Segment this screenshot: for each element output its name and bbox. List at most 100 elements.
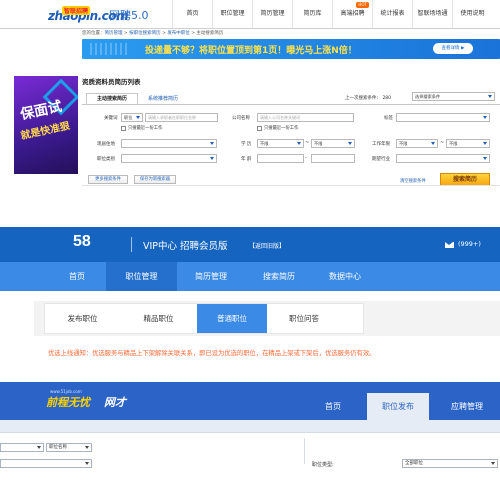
position-name-value: 职位名称 — [49, 445, 67, 450]
age-to-input[interactable] — [311, 154, 355, 163]
last-conditions-select[interactable]: 选择搜索条件 — [412, 92, 495, 101]
chevron-down-icon — [491, 462, 495, 465]
experience-from-value: 不限 — [399, 141, 408, 146]
breadcrumb: 您的位置：简历管理 > 按职位搜索简历 > 发布中职位 > 主动搜索简历 — [82, 30, 223, 36]
keyword-label: 关键词 — [104, 116, 118, 121]
chevron-down-icon — [210, 142, 214, 145]
keyword-type-value: 职位 — [124, 115, 133, 120]
nav-application-management[interactable]: 应聘管理 — [436, 393, 498, 420]
breadcrumb-item[interactable]: 按职位搜索简历 — [129, 31, 161, 36]
promo-banner[interactable]: 投递量不够？将职位置顶到第1页！曝光马上涨N倍！ 查看详情 ▶ — [82, 39, 500, 59]
nav-home[interactable]: 首页 — [172, 0, 212, 28]
experience-to-select[interactable]: 不限 — [446, 139, 490, 148]
nav-divider — [0, 28, 500, 29]
keyword-only-latest-checkbox[interactable]: 只搜最近一份工作 — [121, 125, 162, 131]
nav-statistics[interactable]: 统计报表 — [372, 0, 412, 28]
nav-smart-field[interactable]: 智联场场通 — [412, 0, 452, 28]
filter-select-left[interactable] — [0, 443, 44, 452]
job58-logo[interactable]: 58 — [73, 233, 91, 251]
clear-conditions-link[interactable]: 清空搜索条件 — [400, 178, 426, 184]
company-only-latest-checkbox[interactable]: 只搜最近一份工作 — [257, 125, 298, 131]
industry-select[interactable] — [396, 154, 490, 163]
job51-logo-sub: 网才 — [104, 396, 126, 409]
tag-select[interactable] — [396, 113, 490, 122]
back-to-old-link[interactable]: 【返回旧版】 — [249, 241, 285, 250]
breadcrumb-item[interactable]: 发布中职位 — [167, 31, 190, 36]
job58-main-nav: 首页 职位管理 简历管理 搜索简历 数据中心 — [0, 262, 500, 291]
banner-detail-button[interactable]: 查看详情 ▶ — [433, 43, 473, 54]
keyword-type-select[interactable]: 职位 — [121, 113, 143, 122]
category-select[interactable] — [121, 154, 217, 163]
nav-home[interactable]: 首页 — [48, 262, 106, 291]
chevron-down-icon — [85, 462, 89, 465]
tab-recommended[interactable]: 系统推荐简历 — [148, 95, 178, 102]
hot-badge: HOT — [356, 2, 369, 8]
job58-header: 58 VIP中心 招聘会员版 【返回旧版】 (999+) — [0, 227, 500, 262]
zhaopin-product-name: 网聘5.0 — [109, 9, 149, 22]
checkbox-label: 只搜最近一份工作 — [128, 126, 163, 131]
banner-text: 投递量不够？将职位置顶到第1页！曝光马上涨N倍！ — [145, 46, 357, 56]
chevron-down-icon — [483, 142, 487, 145]
last-conditions-count: 280 — [382, 96, 392, 101]
education-range-sep: ~ — [305, 140, 310, 146]
zhaopin-panel: zhaopin.com 智联招聘 网聘5.0 首页 职位管理 简历管理 简历库 … — [0, 0, 500, 193]
education-to-select[interactable]: 不限 — [311, 139, 355, 148]
position-name-select[interactable]: 职位名称 — [46, 443, 92, 452]
nav-high-end[interactable]: 高端招聘 HOT — [332, 0, 372, 28]
save-searcher-button[interactable]: 保存为新搜索器 — [134, 175, 176, 184]
chevron-down-icon — [431, 142, 435, 145]
mail-icon[interactable] — [445, 242, 454, 248]
chevron-down-icon — [85, 446, 89, 449]
experience-from-select[interactable]: 不限 — [396, 139, 438, 148]
subtab-job-qa[interactable]: 职位问答 — [267, 304, 341, 333]
filter-select-second[interactable] — [0, 459, 92, 468]
nav-data-center[interactable]: 数据中心 — [313, 262, 377, 291]
notice-text: 优选上线通知：优选服务与精品上下架解除关联关系，即已设为优选的职位，在精品上架或… — [48, 350, 376, 357]
checkbox-box — [257, 125, 262, 131]
nav-high-end-label: 高端招聘 — [340, 10, 365, 17]
job51-logo[interactable]: www.51job.com 前程无忧 网才 — [46, 389, 138, 415]
subtab-normal-job[interactable]: 普通职位 — [197, 304, 267, 333]
nav-job-management[interactable]: 职位管理 — [212, 0, 252, 28]
chevron-down-icon — [483, 116, 487, 119]
location-select[interactable] — [121, 139, 217, 148]
nav-resume-library[interactable]: 简历库 — [292, 0, 332, 28]
nav-job-management[interactable]: 职位管理 — [106, 262, 177, 291]
nav-search-resume[interactable]: 搜索简历 — [245, 262, 313, 291]
chevron-down-icon — [483, 157, 487, 160]
tab-divider — [82, 104, 500, 105]
nav-post-job[interactable]: 职位发布 — [367, 393, 429, 420]
nav-instructions[interactable]: 使用说明 — [452, 0, 492, 28]
tag-label: 标签 — [384, 116, 393, 121]
message-count[interactable]: (999+) — [458, 240, 481, 248]
nav-resume-management[interactable]: 简历管理 — [177, 262, 245, 291]
subtab-post-job[interactable]: 发布职位 — [45, 304, 120, 333]
experience-label: 工作年限 — [372, 142, 390, 147]
last-conditions-value: 选择搜索条件 — [415, 94, 441, 99]
position-type-select[interactable]: 全部职位 — [402, 459, 498, 468]
education-from-select[interactable]: 不限 — [257, 139, 304, 148]
last-conditions-label: 上一次搜索条件： 280 — [345, 95, 391, 101]
age-label: 年 龄 — [241, 157, 252, 162]
breadcrumb-item[interactable]: 简历管理 — [105, 31, 123, 36]
position-type-value: 全部职位 — [405, 461, 423, 466]
chevron-down-icon — [488, 95, 492, 98]
company-input[interactable]: 请输入公司名称关键词 — [257, 113, 354, 122]
page-title: 资质资料员简历列表 — [82, 78, 141, 86]
more-conditions-button[interactable]: 更多搜索条件 — [88, 175, 128, 184]
job51-panel: www.51job.com 前程无忧 网才 首页 职位发布 应聘管理 职位名称 … — [0, 382, 500, 483]
nav-home[interactable]: 首页 — [306, 393, 360, 420]
subtab-premium-job[interactable]: 精品职位 — [120, 304, 197, 333]
nav-resume-management[interactable]: 简历管理 — [252, 0, 292, 28]
filter-divider — [304, 438, 305, 464]
job58-panel: 58 VIP中心 招聘会员版 【返回旧版】 (999+) 首页 职位管理 简历管… — [0, 227, 500, 370]
job58-subnav: 发布职位 精品职位 普通职位 职位问答 — [44, 303, 364, 334]
zhaopin-top-nav: 首页 职位管理 简历管理 简历库 高端招聘 HOT 统计报表 智联场场通 使用说明 — [172, 0, 492, 28]
age-range-sep: - — [305, 155, 307, 161]
keyword-input[interactable]: 请输入求职者在职职位名称 — [145, 113, 218, 122]
chevron-down-icon — [348, 142, 352, 145]
age-from-input[interactable] — [257, 154, 304, 163]
side-ad-image[interactable]: 保面试 就是快准狠 — [14, 76, 78, 174]
zhaopin-logo[interactable]: zhaopin.com 智联招聘 — [48, 6, 129, 24]
breadcrumb-current: 主动搜索简历 — [196, 31, 224, 36]
